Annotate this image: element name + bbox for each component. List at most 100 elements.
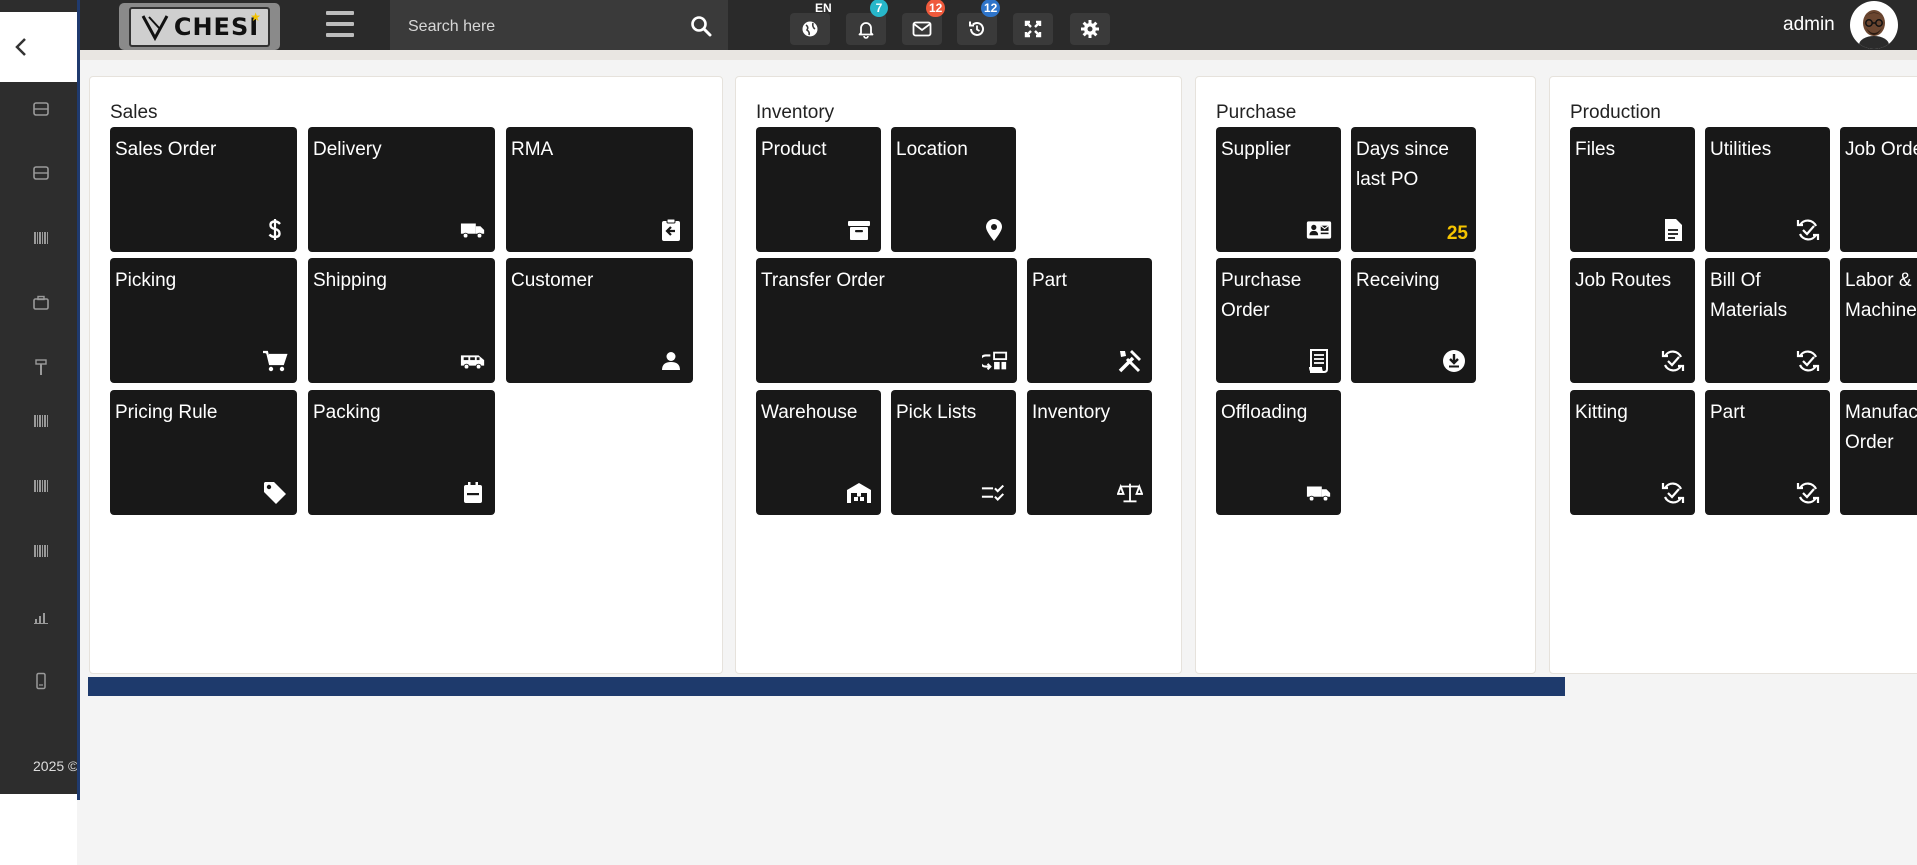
panel-sales: Sales Sales Order Delivery RMA Picking S… bbox=[89, 76, 723, 674]
logo-star-icon: ★ bbox=[250, 9, 262, 24]
sidebar-item-barcode-1[interactable] bbox=[30, 227, 52, 249]
tile-label: Sales Order bbox=[115, 139, 217, 160]
tile-pricing-rule[interactable]: Pricing Rule bbox=[110, 390, 297, 515]
sync-check-icon bbox=[1795, 348, 1821, 374]
contact-card-icon bbox=[1306, 217, 1332, 243]
tile-location[interactable]: Location bbox=[891, 127, 1016, 252]
tile-label: Days since last PO bbox=[1356, 139, 1449, 190]
tile-label: Kitting bbox=[1575, 402, 1628, 423]
warehouse-icon bbox=[846, 480, 872, 506]
bar-chart-icon bbox=[34, 613, 48, 624]
tile-sales-order[interactable]: Sales Order bbox=[110, 127, 297, 252]
tile-warehouse[interactable]: Warehouse bbox=[756, 390, 881, 515]
tile-pick-lists[interactable]: Pick Lists bbox=[891, 390, 1016, 515]
scale-icon bbox=[1117, 480, 1143, 506]
tile-label: Packing bbox=[313, 402, 381, 423]
tile-rma[interactable]: RMA bbox=[506, 127, 693, 252]
avatar[interactable] bbox=[1850, 1, 1898, 49]
messages-button[interactable]: 12 bbox=[902, 0, 946, 45]
tag-icon bbox=[262, 480, 288, 506]
sidebar-item-reports[interactable] bbox=[30, 606, 52, 628]
tile-job-routes[interactable]: Job Routes bbox=[1570, 258, 1695, 383]
tile-label: Inventory bbox=[1032, 402, 1111, 423]
notifications-count-badge: 7 bbox=[870, 0, 888, 17]
settings-button[interactable] bbox=[1070, 13, 1110, 45]
sidebar-item-sales[interactable] bbox=[30, 98, 52, 120]
sidebar-item-barcode-4[interactable] bbox=[30, 540, 52, 562]
tile-label: Receiving bbox=[1356, 270, 1440, 291]
tile-labor-machine[interactable]: Labor & Machine bbox=[1840, 258, 1917, 383]
tile-files[interactable]: Files bbox=[1570, 127, 1695, 252]
language-button[interactable]: EN bbox=[790, 1, 832, 45]
sidebar-item-mobile[interactable] bbox=[30, 670, 52, 692]
hammer-icon bbox=[35, 359, 47, 375]
panel-title-purchase: Purchase bbox=[1216, 102, 1297, 123]
panel-title-inventory: Inventory bbox=[756, 102, 835, 123]
tile-customer[interactable]: Customer bbox=[506, 258, 693, 383]
search-input[interactable] bbox=[408, 16, 668, 38]
tile-inventory[interactable]: Inventory bbox=[1027, 390, 1152, 515]
tile-manufacturing-order[interactable]: Manufacturing Order bbox=[1840, 390, 1917, 515]
search-bar bbox=[390, 0, 728, 50]
clipboard-return-icon bbox=[658, 217, 684, 243]
transfer-icon bbox=[982, 348, 1008, 374]
sync-check-icon bbox=[1795, 480, 1821, 506]
tile-supplier[interactable]: Supplier bbox=[1216, 127, 1341, 252]
logo-emblem-icon bbox=[141, 14, 169, 41]
user-name[interactable]: admin bbox=[1783, 14, 1835, 36]
tile-packing[interactable]: Packing bbox=[308, 390, 495, 515]
barcode-icon bbox=[34, 480, 48, 492]
fullscreen-button[interactable] bbox=[1013, 13, 1053, 45]
history-button[interactable]: 12 bbox=[957, 0, 1001, 45]
language-badge: EN bbox=[815, 1, 832, 15]
brand-logo[interactable]: CHESI ★ bbox=[119, 3, 280, 50]
sidebar-edge bbox=[77, 0, 80, 800]
tile-bill-of-materials[interactable]: Bill Of Materials bbox=[1705, 258, 1830, 383]
tile-receiving[interactable]: Receiving bbox=[1351, 258, 1476, 383]
sidebar-item-barcode-2[interactable] bbox=[30, 410, 52, 432]
sidebar-item-barcode-3[interactable] bbox=[30, 475, 52, 497]
tile-label: Manufacturing Order bbox=[1845, 402, 1917, 453]
tile-picking[interactable]: Picking bbox=[110, 258, 297, 383]
hamburger-line bbox=[326, 11, 354, 15]
dollar-icon bbox=[262, 217, 288, 243]
sidebar-item-tools[interactable] bbox=[30, 356, 52, 378]
panel-title-production: Production bbox=[1570, 102, 1661, 123]
tile-offloading[interactable]: Offloading bbox=[1216, 390, 1341, 515]
tile-delivery[interactable]: Delivery bbox=[308, 127, 495, 252]
menu-toggle-button[interactable] bbox=[326, 11, 354, 37]
tile-transfer-order[interactable]: Transfer Order bbox=[756, 258, 1017, 383]
sidebar-footer-year: 2025 © bbox=[33, 758, 77, 774]
globe-icon bbox=[802, 21, 818, 37]
envelope-icon bbox=[912, 21, 932, 37]
sidebar-item-briefcase[interactable] bbox=[30, 292, 52, 314]
tile-label: Labor & Machine bbox=[1845, 270, 1917, 321]
tile-label: Job Order bbox=[1845, 139, 1917, 160]
tile-product[interactable]: Product bbox=[756, 127, 881, 252]
tile-utilities[interactable]: Utilities bbox=[1705, 127, 1830, 252]
briefcase-icon bbox=[33, 295, 49, 310]
tile-shipping[interactable]: Shipping bbox=[308, 258, 495, 383]
tile-part-production[interactable]: Part bbox=[1705, 390, 1830, 515]
days-since-last-po-value: 25 bbox=[1446, 223, 1468, 244]
sync-check-icon bbox=[1795, 217, 1821, 243]
download-circle-icon bbox=[1441, 348, 1467, 374]
van-icon bbox=[460, 348, 486, 374]
sidebar-collapse-button[interactable] bbox=[0, 12, 77, 82]
history-icon bbox=[969, 21, 984, 36]
tile-label: Delivery bbox=[313, 139, 382, 160]
tile-part[interactable]: Part bbox=[1027, 258, 1152, 383]
horizontal-scrollbar-thumb[interactable] bbox=[88, 677, 1565, 696]
panel-production: Production Files Utilities Job Order Job… bbox=[1549, 76, 1917, 674]
tile-days-since-last-po[interactable]: Days since last PO 25 bbox=[1351, 127, 1476, 252]
tile-label: Purchase Order bbox=[1221, 270, 1302, 321]
receipt-icon bbox=[1306, 348, 1332, 374]
tile-purchase-order[interactable]: Purchase Order bbox=[1216, 258, 1341, 383]
tile-kitting[interactable]: Kitting bbox=[1570, 390, 1695, 515]
search-icon[interactable] bbox=[690, 15, 712, 37]
expand-icon bbox=[1024, 20, 1042, 38]
tile-label: Offloading bbox=[1221, 402, 1308, 423]
tile-job-order[interactable]: Job Order bbox=[1840, 127, 1917, 252]
notifications-button[interactable]: 7 bbox=[846, 0, 888, 45]
sidebar-item-inventory[interactable] bbox=[30, 162, 52, 184]
